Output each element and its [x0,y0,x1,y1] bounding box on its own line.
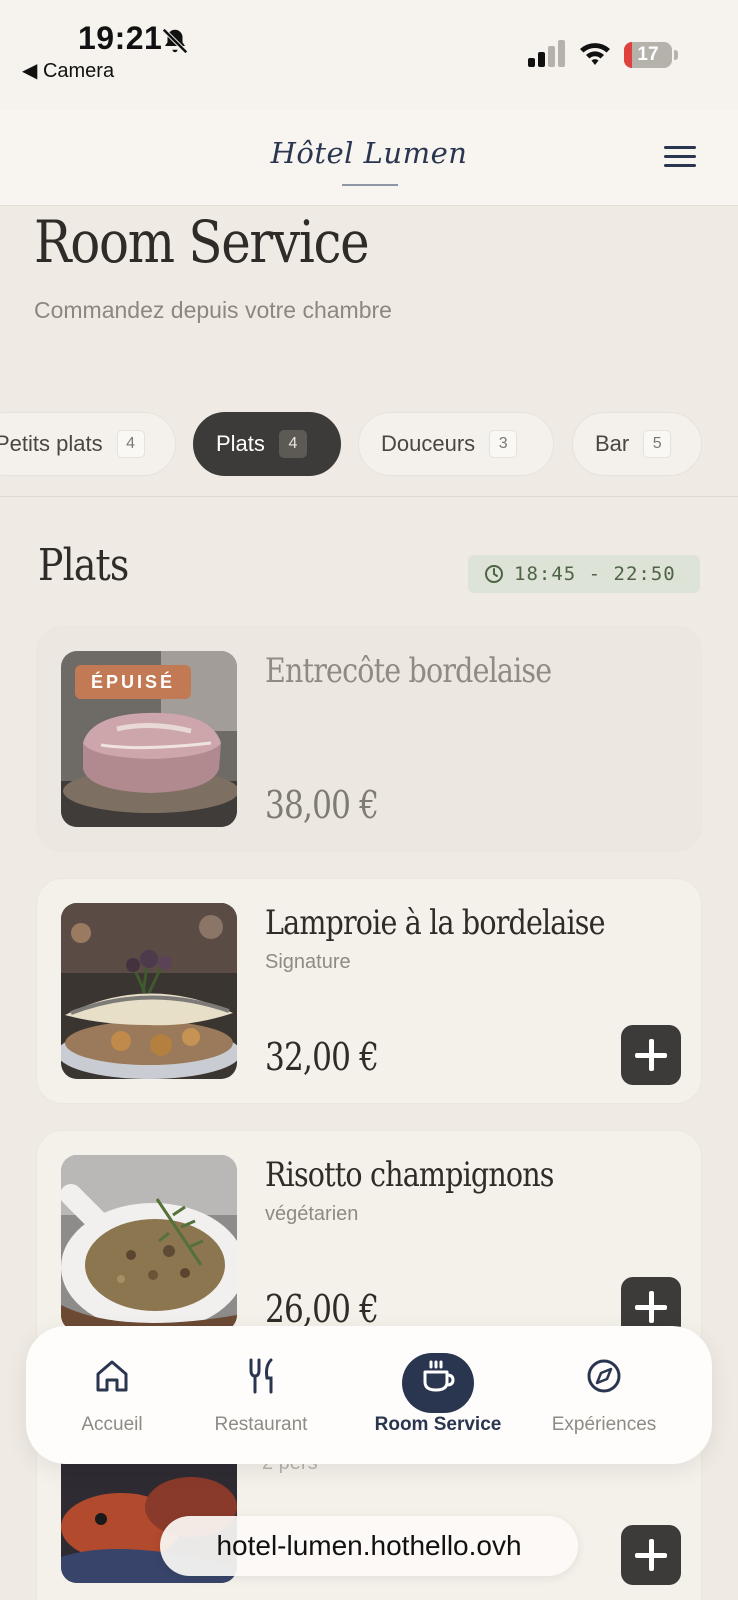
tab-douceurs[interactable]: Douceurs 3 [358,412,554,476]
fork-knife-icon [249,1358,273,1394]
dish-price: 32,00 € [265,1035,379,1079]
cup-icon [423,1360,455,1392]
dish-name: Lamproie à la bordelaise [265,903,606,943]
sold-out-badge: ÉPUISÉ [75,665,192,699]
site-header: Hôtel Lumen [0,110,738,206]
nav-restaurant[interactable]: Restaurant [206,1326,316,1464]
tab-plats[interactable]: Plats 4 [193,412,341,476]
battery-level: 17 [637,44,659,65]
dish-price: 26,00 € [265,1287,379,1331]
browser-url-bar[interactable]: hotel-lumen.hothello.ovh [160,1516,578,1576]
battery-nub [674,50,678,60]
page-title: Room Service [34,208,370,276]
tab-label: Plats [216,431,265,456]
clock-icon [485,565,503,583]
category-tabs: Petits plats 4 Plats 4 Douceurs 3 Bar 5 [0,412,738,478]
status-time: 19:21 [78,20,163,56]
status-bar: 19:21 ◀ Camera 17 [0,0,738,110]
brand-logo[interactable]: Hôtel Lumen [0,136,738,170]
tab-label: Bar [595,431,630,456]
tab-label: Douceurs [381,431,476,456]
cellular-signal-icon [528,40,565,67]
service-hours: 18:45 - 22:50 [514,563,676,585]
bell-muted-icon [162,28,188,54]
section-title: Plats [38,540,129,591]
nav-label: Restaurant [214,1414,308,1435]
nav-experiences[interactable]: Expériences [544,1326,664,1464]
nav-label: Accueil [81,1414,143,1435]
home-icon [96,1360,128,1392]
divider [0,496,738,497]
service-hours-badge: 18:45 - 22:50 [468,555,700,593]
nav-accueil[interactable]: Accueil [66,1326,158,1464]
tab-bar[interactable]: Bar 5 [572,412,702,476]
add-to-cart-button[interactable] [621,1525,681,1585]
dish-card[interactable]: Lamproie à la bordelaise Signature 32,00… [36,878,702,1104]
dish-photo-steak: ÉPUISÉ [61,651,237,827]
nav-room-service[interactable]: Room Service [358,1326,518,1464]
tab-count: 5 [643,430,672,458]
dish-photo-lamprey [61,903,237,1079]
tab-count: 4 [116,430,145,458]
dish-tag: Signature [265,951,351,973]
tab-count: 3 [489,430,518,458]
tab-petits-plats[interactable]: Petits plats 4 [0,412,176,476]
back-to-camera-link[interactable]: ◀ Camera [22,58,114,83]
dish-card[interactable]: ÉPUISÉ Entrecôte bordelaise 38,00 € [36,626,702,852]
tab-count: 4 [278,430,307,458]
page-subtitle: Commandez depuis votre chambre [34,297,392,323]
dish-price: 38,00 € [265,783,379,827]
dish-tag: végétarien [265,1203,359,1225]
hamburger-menu-icon[interactable] [664,146,696,172]
nav-label: Room Service [374,1414,502,1435]
dish-name: Risotto champignons [265,1155,554,1195]
bottom-navigation: Accueil Restaurant Room Service Expérien… [26,1326,712,1464]
add-to-cart-button[interactable] [621,1025,681,1085]
battery-icon: 17 [624,42,672,68]
nav-label: Expériences [551,1414,657,1435]
dish-photo-risotto [61,1155,237,1331]
brand-underline [342,184,398,186]
tab-label: Petits plats [0,431,103,456]
compass-icon [587,1359,621,1393]
wifi-icon [580,43,610,65]
dish-card[interactable]: Risotto champignons végétarien 26,00 € [36,1130,702,1356]
dish-name: Entrecôte bordelaise [265,651,552,691]
